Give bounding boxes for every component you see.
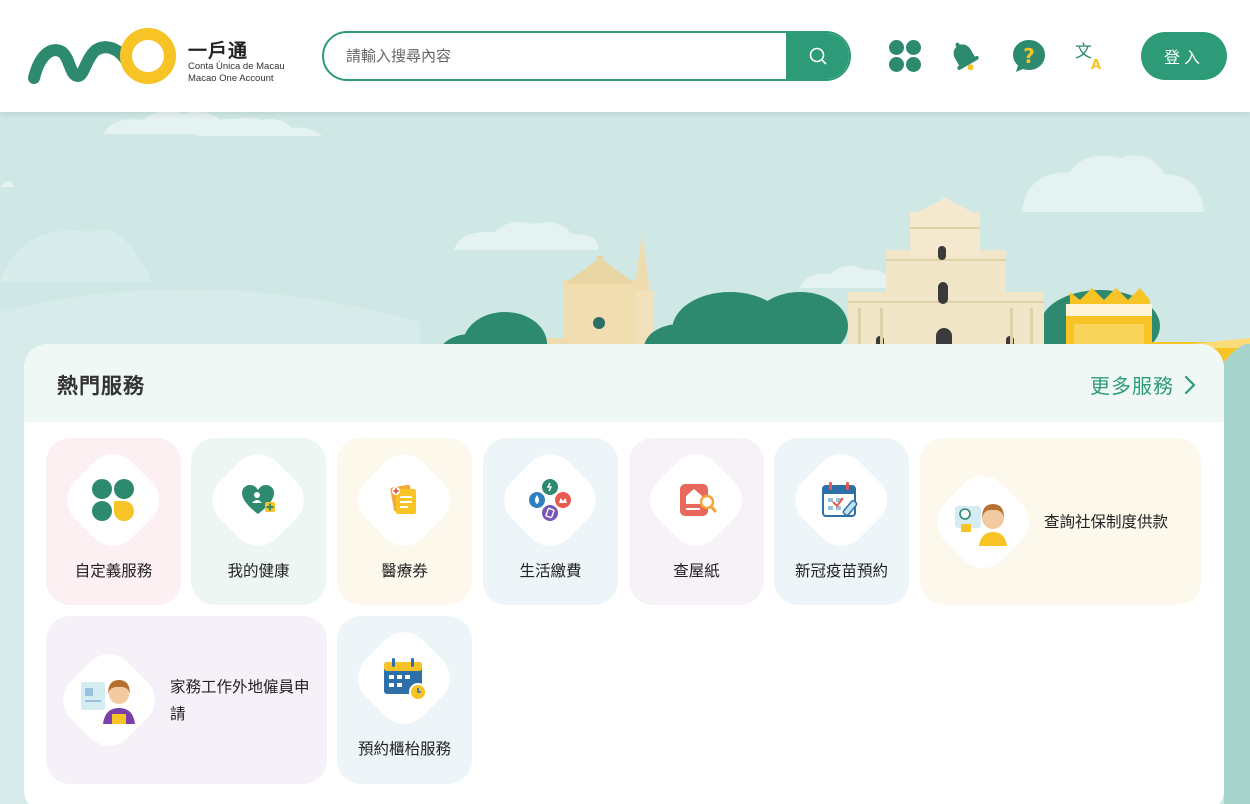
svg-text:文: 文 <box>1075 42 1092 62</box>
hot-services-title: 熱門服務 <box>57 374 145 398</box>
service-label: 生活繳費 <box>519 562 582 580</box>
icon-wrap <box>73 460 153 540</box>
service-tile-my-health[interactable]: 我的健康 <box>191 438 326 605</box>
service-tile-social-security[interactable]: 查詢社保制度供款 <box>920 438 1201 605</box>
hot-services-card: 熱門服務 更多服務 自定義服務 我的健康 醫療券 生活繳費 查屋紙 新冠疫苗預約… <box>24 344 1224 804</box>
utility-bill-icon <box>529 479 571 521</box>
svg-text:?: ? <box>1023 44 1035 68</box>
icon-wrap <box>364 638 444 718</box>
service-label: 醫療券 <box>381 562 428 580</box>
svg-text:A: A <box>1091 58 1101 73</box>
heart-health-icon <box>242 485 275 514</box>
counter-booking-icon <box>384 658 427 701</box>
service-label: 新冠疫苗預約 <box>794 562 888 580</box>
service-label: 自定義服務 <box>74 562 153 580</box>
service-label: 家務工作外地僱員申請 <box>170 678 310 723</box>
search-input[interactable] <box>324 33 790 79</box>
property-search-icon <box>680 484 717 516</box>
icon-wrap <box>218 460 298 540</box>
logo[interactable]: 一戶通 Conta Única de Macau Macao One Accou… <box>26 26 286 90</box>
icon-wrap <box>364 460 444 540</box>
logo-subtitle-en: Macao One Account <box>188 73 274 84</box>
help-button[interactable]: ? <box>1011 38 1047 74</box>
icon-wrap <box>943 482 1023 562</box>
service-label: 我的健康 <box>227 562 290 580</box>
chevron-right-icon <box>1184 375 1196 394</box>
mo-logo-icon <box>28 28 176 84</box>
bell-icon <box>953 42 979 71</box>
vaccine-calendar-icon <box>822 482 858 517</box>
service-tile-medical-voucher[interactable]: 醫療券 <box>337 438 472 605</box>
icon-wrap <box>510 460 590 540</box>
service-tile-custom[interactable]: 自定義服務 <box>46 438 181 605</box>
service-tile-domestic-worker[interactable]: 家務工作外地僱員申請 <box>46 616 327 784</box>
search-bar <box>322 31 851 81</box>
social-security-icon <box>955 504 1007 546</box>
icon-wrap <box>801 460 881 540</box>
domestic-worker-icon <box>81 680 135 724</box>
language-button[interactable]: 文 A <box>1071 38 1107 74</box>
logo-subtitle-pt: Conta Única de Macau <box>188 61 285 72</box>
icon-wrap <box>656 460 736 540</box>
service-label: 預約櫃枱服務 <box>357 740 451 758</box>
service-tile-property-search[interactable]: 查屋紙 <box>629 438 764 605</box>
logo-title: 一戶通 <box>188 40 249 62</box>
clover-button[interactable] <box>887 38 923 74</box>
service-tile-counter-booking[interactable]: 預約櫃枱服務 <box>337 616 472 784</box>
search-button[interactable] <box>786 33 849 79</box>
service-tile-covid-vaccine[interactable]: 新冠疫苗預約 <box>774 438 909 605</box>
question-icon: ? <box>1013 40 1045 72</box>
icon-wrap <box>69 660 149 740</box>
top-header: 一戶通 Conta Única de Macau Macao One Accou… <box>0 0 1250 112</box>
login-button[interactable]: 登入 <box>1141 32 1227 80</box>
service-label: 查詢社保制度供款 <box>1044 513 1169 531</box>
service-label: 查屋紙 <box>673 562 720 580</box>
hot-services-header: 熱門服務 更多服務 <box>24 344 1224 422</box>
search-icon <box>809 47 826 65</box>
clover-icon <box>92 479 134 521</box>
notification-button[interactable] <box>946 38 982 74</box>
translate-icon: 文 A <box>1075 42 1101 73</box>
medical-voucher-icon <box>390 484 416 514</box>
more-services-label: 更多服務 <box>1090 374 1174 398</box>
more-services-link[interactable]: 更多服務 <box>1090 370 1196 399</box>
service-tile-utility-bills[interactable]: 生活繳費 <box>483 438 618 605</box>
clover-icon <box>889 40 921 72</box>
